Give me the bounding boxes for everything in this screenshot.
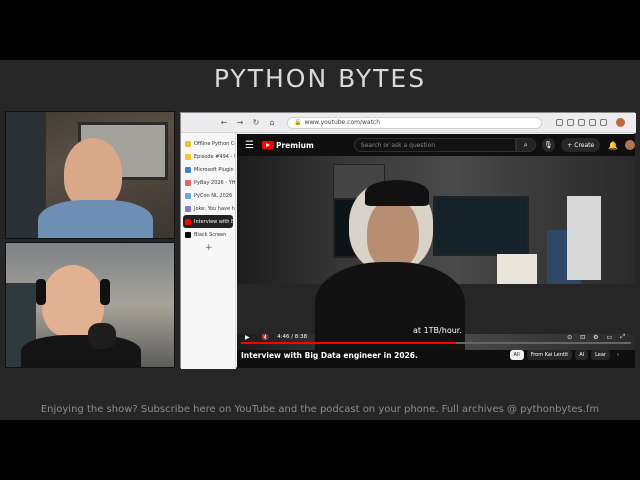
youtube-page: ☰ Premium Search or ask a question ⌕ 🎙 +… <box>237 134 635 368</box>
headphones <box>36 279 46 305</box>
engineer-face <box>367 198 419 268</box>
menu-icon[interactable]: ☰ <box>245 140 254 151</box>
engineer-cap <box>365 180 429 206</box>
extensions-area <box>556 119 607 126</box>
tab-favicon-icon <box>185 166 191 173</box>
tab-item[interactable]: Joke: You have hi <box>181 202 235 215</box>
tab-item[interactable]: Episode #494 - U <box>181 150 235 163</box>
tab-favicon-icon <box>185 231 191 238</box>
related-chips: All From Kai Lentit AI Lear › <box>509 350 623 360</box>
bell-icon[interactable]: 🔔 <box>608 141 618 150</box>
tab-favicon-icon <box>185 179 191 186</box>
theater-icon[interactable]: ▭ <box>607 334 613 341</box>
new-tab-button[interactable]: + <box>181 243 235 253</box>
tab-label: Microsoft Plugin h <box>194 166 235 173</box>
create-label: Create <box>574 141 595 149</box>
captions-icon[interactable]: ⊡ <box>580 334 585 341</box>
search-placeholder: Search or ask a question <box>360 141 436 149</box>
tab-label: Joke: You have hi <box>194 205 235 212</box>
play-icon[interactable]: ▶ <box>245 334 250 341</box>
youtube-avatar[interactable] <box>625 140 635 150</box>
forward-icon[interactable]: → <box>235 118 245 127</box>
tab-item[interactable]: Microsoft Plugin h <box>181 163 235 176</box>
tab-item[interactable]: Offline Python Co <box>181 137 235 150</box>
host-face <box>64 138 122 208</box>
youtube-header: ☰ Premium Search or ask a question ⌕ 🎙 +… <box>237 134 635 156</box>
tab-item[interactable]: PyBay 2026 - YH <box>181 176 235 189</box>
search-input[interactable]: Search or ask a question <box>353 138 516 152</box>
address-text: www.youtube.com/watch <box>304 119 381 126</box>
create-button[interactable]: + Create <box>561 138 601 152</box>
background-monitor <box>433 196 529 256</box>
extension-icon[interactable] <box>589 119 596 126</box>
tab-label: PyBay 2026 - YH <box>194 179 235 186</box>
youtube-logo[interactable]: Premium <box>261 140 314 150</box>
extension-icon[interactable] <box>567 119 574 126</box>
browser-toolbar: ← → ↻ ⌂ 🔒 www.youtube.com/watch <box>181 113 636 133</box>
tab-favicon-icon <box>185 205 191 212</box>
tab-label: PyCon NL 2026 <box>194 192 233 199</box>
tab-favicon-icon <box>185 192 191 199</box>
headphones <box>100 279 110 305</box>
tab-label: Interview with Big <box>194 218 233 225</box>
profile-avatar[interactable] <box>616 118 625 127</box>
show-title: PYTHON BYTES <box>213 64 427 93</box>
tab-item[interactable]: Interview with Big <box>183 215 233 228</box>
filter-chip[interactable]: From Kai Lentit <box>526 350 573 360</box>
youtube-play-logo-icon <box>261 141 274 149</box>
mic-icon[interactable]: 🎙 <box>541 138 556 152</box>
plus-icon: + <box>567 141 573 149</box>
tab-label: Offline Python Co <box>194 140 235 147</box>
fullscreen-icon[interactable]: ⤢ <box>620 333 625 341</box>
home-icon[interactable]: ⌂ <box>267 118 277 127</box>
extension-icon[interactable] <box>556 119 563 126</box>
chevron-right-icon[interactable]: › <box>613 350 623 360</box>
lock-icon: 🔒 <box>294 119 302 126</box>
video-title: Interview with Big Data engineer in 2026… <box>241 351 418 360</box>
tab-favicon-icon <box>185 140 191 147</box>
webcam-host-1 <box>5 111 175 239</box>
whiteboard <box>567 196 601 280</box>
tab-favicon-icon <box>185 153 191 160</box>
filter-chip[interactable]: All <box>509 350 524 360</box>
filter-chip[interactable]: Lear <box>591 350 610 360</box>
mute-icon[interactable]: 🔇 <box>262 334 269 341</box>
autoplay-icon[interactable]: ⊙ <box>567 334 572 341</box>
video-player[interactable]: at 1TB/hour. <box>237 156 635 350</box>
tab-item[interactable]: PyCon NL 2026 <box>181 189 235 202</box>
tab-favicon-icon <box>185 218 191 225</box>
settings-icon[interactable]: ⚙ <box>593 334 598 341</box>
premium-label: Premium <box>275 140 314 150</box>
time-display: 4:46 / 8:38 <box>277 334 308 340</box>
address-bar[interactable]: 🔒 www.youtube.com/watch <box>287 116 542 129</box>
microphone <box>88 323 116 349</box>
top-letterbox <box>0 0 640 60</box>
back-icon[interactable]: ← <box>219 118 229 127</box>
vertical-tab-list: Offline Python Co Episode #494 - U Microso… <box>181 133 236 369</box>
tab-item[interactable]: Black Screen <box>181 228 235 241</box>
host-shirt <box>38 200 153 238</box>
reload-icon[interactable]: ↻ <box>251 118 261 127</box>
host-shirt <box>21 335 141 367</box>
search-icon[interactable]: ⌕ <box>515 138 536 152</box>
browser-window: ← → ↻ ⌂ 🔒 www.youtube.com/watch Offline … <box>180 112 636 369</box>
filter-chip[interactable]: AI <box>575 350 589 360</box>
bottom-letterbox <box>0 420 640 480</box>
extension-icon[interactable] <box>578 119 585 126</box>
webcam-host-2 <box>5 242 175 368</box>
sidebar-toggle-icon[interactable] <box>600 119 607 126</box>
player-controls: ▶ 🔇 4:46 / 8:38 ⊙ ⊡ ⚙ ▭ ⤢ <box>237 330 635 344</box>
footer-banner: Enjoying the show? Subscribe here on You… <box>40 404 600 415</box>
tab-label: Black Screen <box>194 231 227 238</box>
tab-label: Episode #494 - U <box>194 153 235 160</box>
